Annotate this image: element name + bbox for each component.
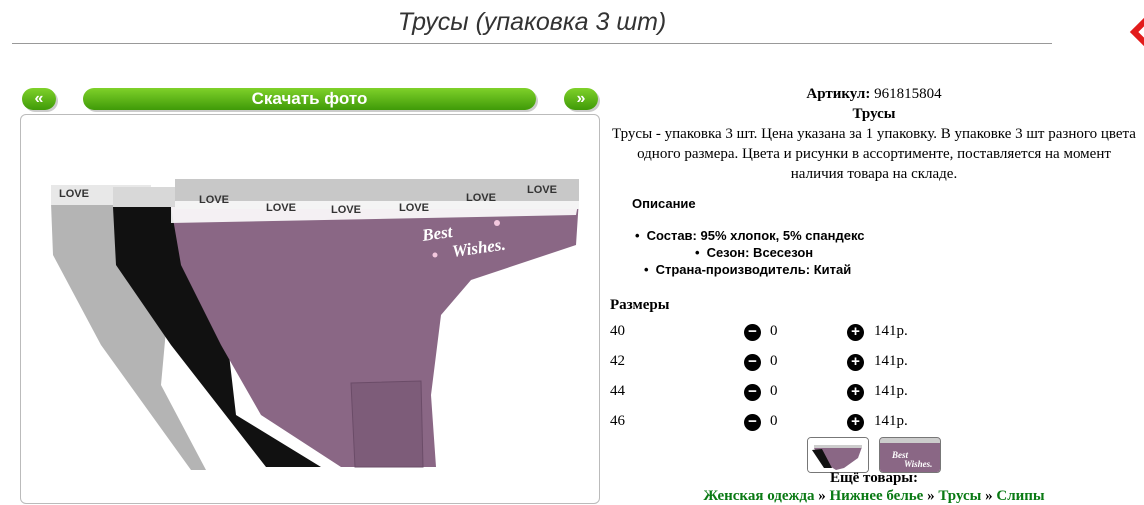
download-photo-button[interactable]: Скачать фото	[83, 88, 536, 110]
size-label: 44	[610, 383, 625, 399]
spec-item: Состав: 95% хлопок, 5% спандекс	[635, 228, 865, 243]
band-text: LOVE	[399, 202, 429, 214]
spec-item: Страна-производитель: Китай	[644, 262, 852, 277]
breadcrumb-separator: »	[818, 488, 826, 504]
product-photo-illustration: LOVE LOVE LOVE LOVE LOVE LOVE LOVE Best …	[51, 179, 579, 470]
size-row: 42 − 0 + 141р.	[610, 351, 930, 375]
band-text: LOVE	[199, 194, 229, 206]
quantity-value: 0	[770, 323, 778, 339]
photo-thumbnail[interactable]: Best Wishes.	[879, 437, 941, 473]
minus-circle-icon[interactable]: −	[744, 354, 761, 371]
breadcrumb-underwear[interactable]: Нижнее белье	[829, 488, 923, 504]
product-name-text: Трусы	[852, 106, 896, 122]
band-text: LOVE	[466, 192, 496, 204]
thumbnail-print: Wishes.	[904, 459, 932, 469]
minus-circle-icon[interactable]: −	[744, 414, 761, 431]
breadcrumb: Женская одежда » Нижнее белье » Трусы » …	[612, 488, 1136, 505]
brand-logo-icon[interactable]	[1129, 17, 1144, 47]
size-row: 46 − 0 + 141р.	[610, 411, 930, 435]
plus-circle-icon[interactable]: +	[847, 324, 864, 341]
plus-circle-icon[interactable]: +	[847, 414, 864, 431]
title-divider	[12, 43, 1052, 44]
band-text: LOVE	[331, 204, 361, 216]
article-value: 961815804	[874, 86, 942, 102]
sizes-heading: Размеры	[610, 297, 670, 313]
size-label: 46	[610, 413, 625, 429]
price-value: 141р.	[874, 353, 908, 369]
band-text: LOVE	[527, 184, 557, 196]
minus-circle-icon[interactable]: −	[744, 384, 761, 401]
thumbnail-image: Best Wishes.	[880, 438, 940, 472]
product-text: Трусы - упаковка 3 шт. Цена указана за 1…	[612, 126, 1136, 182]
size-label: 42	[610, 353, 625, 369]
size-row: 40 − 0 + 141р.	[610, 321, 930, 345]
page-title: Трусы (упаковка 3 шт)	[397, 8, 667, 36]
band-text: LOVE	[266, 202, 296, 214]
size-row: 44 − 0 + 141р.	[610, 381, 930, 405]
breadcrumb-slips[interactable]: Слипы	[996, 488, 1044, 504]
prev-photo-button[interactable]: «	[22, 88, 56, 110]
breadcrumb-separator: »	[985, 488, 993, 504]
article-label: Артикул:	[806, 86, 871, 102]
more-products-heading: Ещё товары:	[829, 470, 919, 486]
description-heading: Описание	[632, 196, 696, 211]
breadcrumb-panties[interactable]: Трусы	[938, 488, 981, 504]
article-line: Артикул: 961815804	[612, 84, 1136, 104]
spec-item: Сезон: Всесезон	[695, 245, 814, 260]
minus-circle-icon[interactable]: −	[744, 324, 761, 341]
price-value: 141р.	[874, 413, 908, 429]
product-photo[interactable]: LOVE LOVE LOVE LOVE LOVE LOVE LOVE Best …	[20, 114, 600, 504]
plus-circle-icon[interactable]: +	[847, 384, 864, 401]
product-name: Трусы	[612, 104, 1136, 124]
band-text: LOVE	[59, 188, 89, 200]
price-value: 141р.	[874, 383, 908, 399]
next-photo-button[interactable]: »	[564, 88, 598, 110]
thumbnail-image	[808, 438, 868, 472]
quantity-value: 0	[770, 353, 778, 369]
plus-circle-icon[interactable]: +	[847, 354, 864, 371]
breadcrumb-womens-clothing[interactable]: Женская одежда	[703, 488, 814, 504]
quantity-value: 0	[770, 383, 778, 399]
quantity-value: 0	[770, 413, 778, 429]
size-label: 40	[610, 323, 625, 339]
breadcrumb-separator: »	[927, 488, 935, 504]
price-value: 141р.	[874, 323, 908, 339]
photo-thumbnail[interactable]	[807, 437, 869, 473]
product-info: Артикул: 961815804 Трусы Трусы - упаковк…	[612, 84, 1136, 184]
